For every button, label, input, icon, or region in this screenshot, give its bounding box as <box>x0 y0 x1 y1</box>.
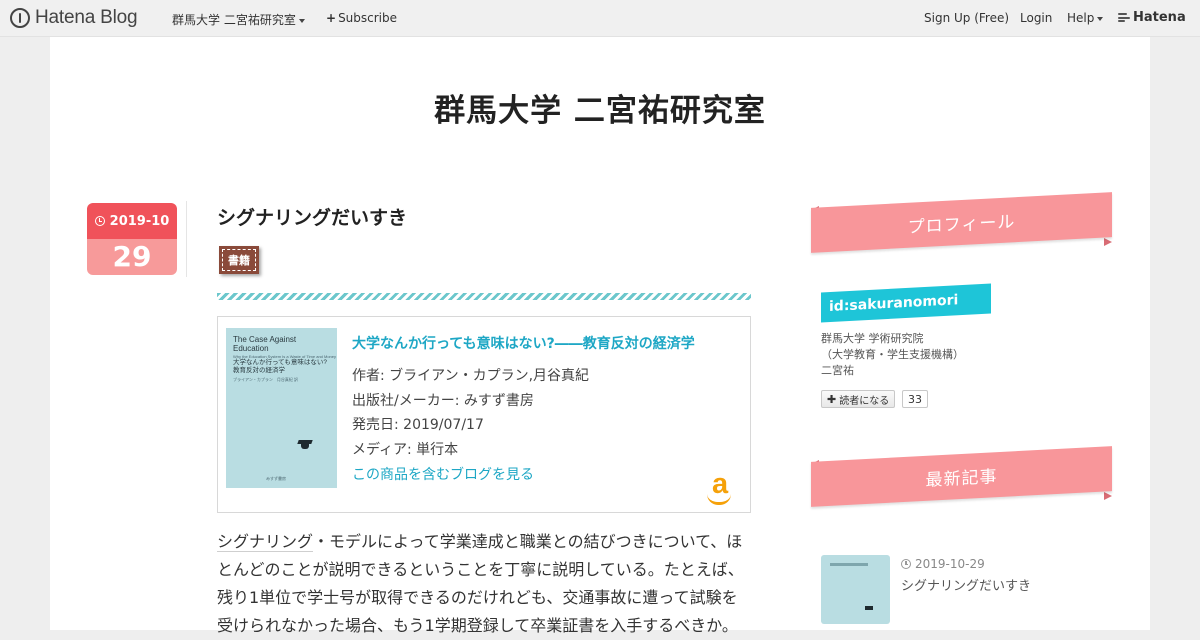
login-label: Login <box>1020 11 1053 25</box>
body-line: 受けられなかった場合、もう1学期登録して卒業証書を入手するべきか。 <box>217 616 738 635</box>
amazon-logo-icon[interactable]: a <box>704 468 738 506</box>
cover-english-title: The Case Against Education <box>233 335 297 353</box>
profile-description: 群馬大学 学術研究院 （大学教育・学生支援機構） 二宮祐 <box>821 331 964 379</box>
hatena-blog-logo[interactable]: Hatena Blog <box>10 7 138 29</box>
recent-entry-title[interactable]: シグナリングだいすき <box>901 575 1031 594</box>
profile-heading: プロフィール <box>907 212 1016 238</box>
cover-jp-subtitle-line: 教育反対の経済学 <box>233 367 285 374</box>
profile-heading-ribbon: プロフィール <box>811 192 1112 253</box>
body-line: 残り1単位で学士号が取得できるのだけれども、交通事故に遭って試験を <box>217 588 738 607</box>
blog-menu-dropdown[interactable]: 群馬大学 二宮祐研究室 <box>172 11 305 28</box>
keyword-link[interactable]: シグナリング <box>217 532 314 552</box>
signup-label: Sign Up (Free) <box>924 11 1010 25</box>
caret-down-icon <box>298 18 305 23</box>
clock-icon <box>94 216 105 226</box>
clock-icon <box>901 559 911 569</box>
amazon-product-card: The Case Against Education Why the Educa… <box>217 316 751 513</box>
help-label: Help <box>1067 11 1095 25</box>
profile-id-badge[interactable]: id:sakuranomori <box>821 283 991 323</box>
caret-down-icon <box>1097 16 1104 21</box>
category-label: 書籍 <box>222 249 256 271</box>
cover-authors: ブライアン・カプラン 月谷真紀 訳 <box>233 377 298 382</box>
signup-link[interactable]: Sign Up (Free) <box>924 11 1009 25</box>
profile-line: 二宮祐 <box>821 364 854 377</box>
date-day: 29 <box>87 239 177 275</box>
become-reader-label: 読者になる <box>839 395 890 407</box>
become-reader-button[interactable]: ✚ 読者になる <box>821 390 896 408</box>
product-media: メディア: 単行本 <box>352 442 459 458</box>
related-blogs-link[interactable]: この商品を含むブログを見る <box>352 464 534 484</box>
blog-menu-label: 群馬大学 二宮祐研究室 <box>172 13 296 27</box>
cover-publisher: みすず書房 <box>266 476 286 481</box>
subscribe-button[interactable]: + Subscribe <box>326 11 397 25</box>
graduation-cap-icon-base <box>301 444 309 449</box>
product-release-date: 発売日: 2019/07/17 <box>352 417 484 433</box>
hatena-global-header: Hatena Blog 群馬大学 二宮祐研究室 + Subscribe Sign … <box>0 0 1200 37</box>
cover-jp-title-line: 大学なんか行っても意味はない? <box>233 359 327 366</box>
body-text-segment: ・モデルによって学業達成と職業との結びつきについて、ほ <box>313 532 743 551</box>
entry-body: シグナリング・モデルによって学業達成と職業との結びつきについて、ほ とんどのこと… <box>217 528 757 640</box>
body-line: とんどのことが説明できるということを丁寧に説明している。たとえば、 <box>217 560 744 579</box>
plus-icon: + <box>326 11 337 25</box>
hatena-link[interactable]: Hatena <box>1118 10 1186 25</box>
profile-line: 群馬大学 学術研究院 <box>821 332 924 345</box>
entry-title[interactable]: シグナリングだいすき <box>217 203 407 230</box>
book-cover-image[interactable]: The Case Against Education Why the Educa… <box>226 328 337 488</box>
body-line: シグナリング・モデルによって学業達成と職業との結びつきについて、ほ <box>217 528 757 556</box>
reader-count: 33 <box>902 390 928 408</box>
blog-container: 群馬大学 二宮祐研究室 2019-10 29 シグナリングだいすき 書籍 The… <box>50 37 1150 635</box>
divider <box>186 201 187 277</box>
date-month-text: 2019-10 <box>109 213 170 229</box>
hatena-blog-pen-icon <box>10 8 30 28</box>
recent-entry-date: 2019-10-29 <box>901 557 985 571</box>
latest-heading-ribbon: 最新記事 <box>811 446 1112 507</box>
hatena-label: Hatena <box>1133 10 1186 25</box>
subscribe-label: Subscribe <box>338 11 398 25</box>
product-publisher: 出版社/メーカー: みすず書房 <box>352 393 534 409</box>
cover-japanese-title: 大学なんか行っても意味はない? 教育反対の経済学 <box>233 359 333 375</box>
recent-entry-date-text: 2019-10-29 <box>915 557 985 571</box>
category-tag[interactable]: 書籍 <box>219 246 259 274</box>
recent-entry-thumbnail[interactable] <box>821 555 890 624</box>
help-dropdown[interactable]: Help <box>1067 11 1104 25</box>
date-month: 2019-10 <box>87 203 177 239</box>
latest-heading: 最新記事 <box>925 467 998 491</box>
profile-id-text: id:sakuranomori <box>829 292 959 316</box>
product-title-link[interactable]: 大学なんか行っても意味はない?――教育反対の経済学 <box>352 333 695 353</box>
hatena-logo-icon <box>1118 13 1130 22</box>
decorative-stripe <box>217 293 751 300</box>
product-author: 作者: ブライアン・カプラン,月谷真紀 <box>352 368 590 384</box>
blog-title[interactable]: 群馬大学 二宮祐研究室 <box>50 85 1150 130</box>
brand-name: Hatena Blog <box>35 7 138 28</box>
profile-line: （大学教育・学生支援機構） <box>821 348 964 361</box>
entry-date-badge[interactable]: 2019-10 29 <box>87 203 177 275</box>
login-link[interactable]: Login <box>1020 11 1052 25</box>
plus-icon: ✚ <box>827 392 837 406</box>
